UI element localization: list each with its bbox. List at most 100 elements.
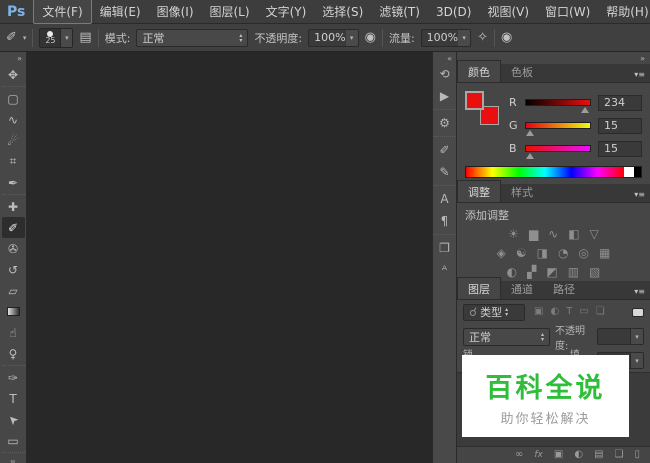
layers-tab-1[interactable]: 通道 <box>501 278 543 299</box>
menu-item-2[interactable]: 图像(I) <box>149 0 202 23</box>
brush-size-caret[interactable]: ▾ <box>60 28 73 47</box>
filter-type-layers-icon[interactable]: T <box>566 307 572 317</box>
new-layer-icon[interactable]: ❏ <box>615 450 624 460</box>
spectrum-gradient[interactable] <box>466 167 624 177</box>
canvas-workspace[interactable] <box>27 52 432 463</box>
spot-healing-tool[interactable]: ✚ <box>2 196 25 217</box>
menu-item-4[interactable]: 文字(Y) <box>258 0 315 23</box>
hue-saturation-icon[interactable]: ◈ <box>497 247 506 259</box>
adjustments-panel-menu-icon[interactable]: ▾≡ <box>629 190 650 202</box>
crop-tool[interactable]: ⌗ <box>2 151 25 172</box>
adjustments-tab-1[interactable]: 样式 <box>501 181 543 202</box>
history-panel-icon[interactable]: ⟲ <box>434 63 455 85</box>
photo-filter-icon[interactable]: ◔ <box>558 247 568 259</box>
red-channel-slider[interactable] <box>525 99 591 113</box>
color-panel-menu-icon[interactable]: ▾≡ <box>629 70 650 82</box>
smudge-tool[interactable]: ☝ <box>2 322 25 343</box>
channel-mixer-icon[interactable]: ◎ <box>579 247 589 259</box>
layer-filter-select[interactable]: ☌ 类型 ▴ ▾ <box>463 303 525 321</box>
layer-opacity-combo[interactable]: ▾ <box>597 328 644 345</box>
adjustment-layer-icon[interactable]: ◐ <box>574 450 583 460</box>
pen-tool[interactable]: ✑ <box>2 367 25 388</box>
menu-item-8[interactable]: 视图(V) <box>479 0 537 23</box>
color-tab-1[interactable]: 色板 <box>501 61 543 82</box>
move-tool[interactable]: ✥ <box>2 64 25 85</box>
actions-panel-icon[interactable]: ▶ <box>434 85 455 107</box>
layers-tab-0[interactable]: 图层 <box>457 277 501 299</box>
character-panel-icon[interactable]: A <box>434 188 455 210</box>
red-channel-value[interactable]: 234 <box>598 94 642 111</box>
color-spectrum-ramp[interactable] <box>465 166 642 178</box>
color-tab-0[interactable]: 颜色 <box>457 60 501 82</box>
flow-combo[interactable]: 100% ▾ <box>420 28 472 47</box>
eyedropper-tool[interactable]: ✒ <box>2 172 25 193</box>
spectrum-white-swatch[interactable] <box>624 167 634 177</box>
layer-mask-icon[interactable]: ▣ <box>554 450 563 460</box>
green-channel-slider[interactable] <box>525 122 591 136</box>
spectrum-black-swatch[interactable] <box>634 167 641 177</box>
history-brush-tool[interactable]: ↺ <box>2 259 25 280</box>
filter-pixel-layers-icon[interactable]: ▣ <box>534 307 543 317</box>
paragraph-panel-icon[interactable]: ¶ <box>434 210 455 232</box>
layers-panel-menu-icon[interactable]: ▾≡ <box>629 287 650 299</box>
brush-size-picker[interactable]: 25 ▾ <box>39 27 74 48</box>
link-layers-icon[interactable]: ∞ <box>515 450 523 460</box>
airbrush-icon[interactable]: ✧ <box>477 30 488 45</box>
clone-stamp-tool[interactable]: ✇ <box>2 238 25 259</box>
toolbar-collapse-icon[interactable]: » <box>13 53 26 64</box>
black-white-icon[interactable]: ◨ <box>537 247 548 259</box>
brush-panel-icon[interactable]: ✐ <box>434 139 455 161</box>
slider-thumb-icon[interactable] <box>580 107 589 113</box>
filter-shape-layers-icon[interactable]: ▭ <box>579 307 588 317</box>
flow-caret[interactable]: ▾ <box>458 28 472 47</box>
vibrance-icon[interactable]: ▽ <box>590 228 599 240</box>
toggle-brush-panel-icon[interactable]: ▤ <box>79 30 91 45</box>
foreground-swatch[interactable] <box>465 91 484 110</box>
brush-presets-panel-icon[interactable]: ✎ <box>434 161 455 183</box>
menu-item-9[interactable]: 窗口(W) <box>537 0 598 23</box>
posterize-icon[interactable]: ▞ <box>527 266 536 278</box>
green-channel-value[interactable]: 15 <box>598 117 642 134</box>
lasso-tool[interactable]: ∿ <box>2 109 25 130</box>
blend-mode-select[interactable]: 正常 ▴ ▾ <box>136 28 249 47</box>
eraser-tool[interactable]: ▱ <box>2 280 25 301</box>
quick-selection-tool[interactable]: ☄ <box>2 130 25 151</box>
gradient-tool[interactable] <box>2 301 25 322</box>
exposure-icon[interactable]: ◧ <box>568 228 579 240</box>
character-styles-panel-icon[interactable]: ᴬ <box>434 259 455 281</box>
dock-expand-icon[interactable]: « <box>443 52 456 63</box>
delete-layer-icon[interactable]: ▯ <box>634 450 640 460</box>
layers-tab-2[interactable]: 路径 <box>543 278 585 299</box>
slider-thumb-icon[interactable] <box>525 130 534 136</box>
menu-item-5[interactable]: 选择(S) <box>314 0 371 23</box>
layer-fill-caret[interactable]: ▾ <box>631 352 644 369</box>
curves-icon[interactable]: ∿ <box>548 228 558 240</box>
adjustments-tab-0[interactable]: 调整 <box>457 180 501 202</box>
opacity-combo[interactable]: 100% ▾ <box>308 28 359 47</box>
properties-panel-icon[interactable]: ⚙ <box>434 112 455 134</box>
opacity-caret[interactable]: ▾ <box>345 28 359 47</box>
layer-opacity-value[interactable] <box>597 328 631 345</box>
marquee-tool[interactable]: ▢ <box>2 88 25 109</box>
tool-preset-caret-icon[interactable]: ▾ <box>23 34 27 42</box>
menu-item-0[interactable]: 文件(F) <box>33 0 92 24</box>
path-selection-tool[interactable]: ➤ <box>2 409 25 430</box>
tablet-pressure-size-icon[interactable]: ◉ <box>501 30 512 45</box>
color-lookup-icon[interactable]: ▦ <box>599 247 610 259</box>
brightness-contrast-icon[interactable]: ☀ <box>508 228 519 240</box>
dodge-tool[interactable]: ♀ <box>2 343 25 364</box>
layer-opacity-caret[interactable]: ▾ <box>631 328 644 345</box>
menu-item-6[interactable]: 滤镜(T) <box>371 0 428 23</box>
type-tool[interactable]: T <box>2 388 25 409</box>
menu-item-7[interactable]: 3D(D) <box>428 2 479 22</box>
invert-icon[interactable]: ◐ <box>507 266 517 278</box>
hand-tool[interactable]: ✌ <box>2 454 25 463</box>
panels-collapse-icon[interactable]: » <box>640 54 645 63</box>
tool-preset-brush-icon[interactable]: ✐ <box>6 30 17 45</box>
layer-style-icon[interactable]: fx <box>534 450 543 460</box>
slider-thumb-icon[interactable] <box>525 153 534 159</box>
filter-smart-objects-icon[interactable]: ❏ <box>596 307 605 317</box>
menu-item-1[interactable]: 编辑(E) <box>92 0 149 23</box>
levels-icon[interactable]: ▆ <box>529 228 538 240</box>
menu-item-10[interactable]: 帮助(H) <box>598 0 650 23</box>
